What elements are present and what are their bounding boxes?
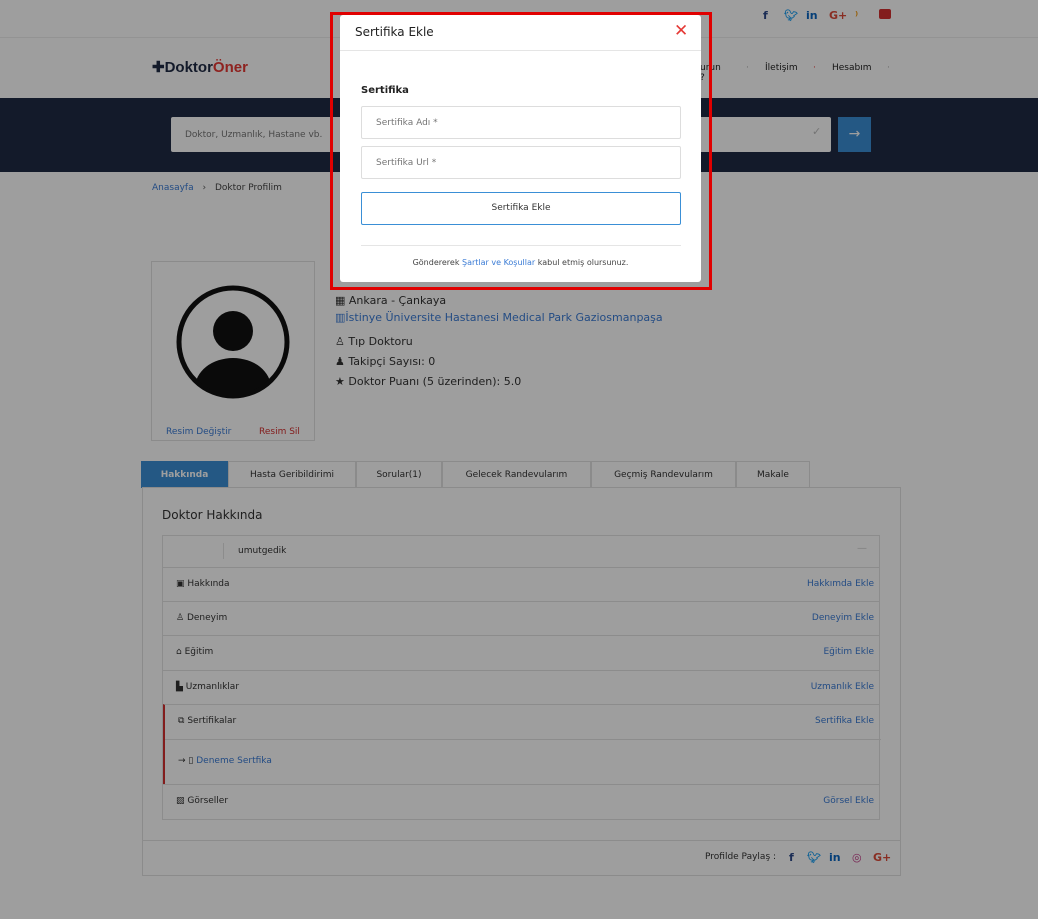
highlight-frame — [330, 12, 712, 290]
